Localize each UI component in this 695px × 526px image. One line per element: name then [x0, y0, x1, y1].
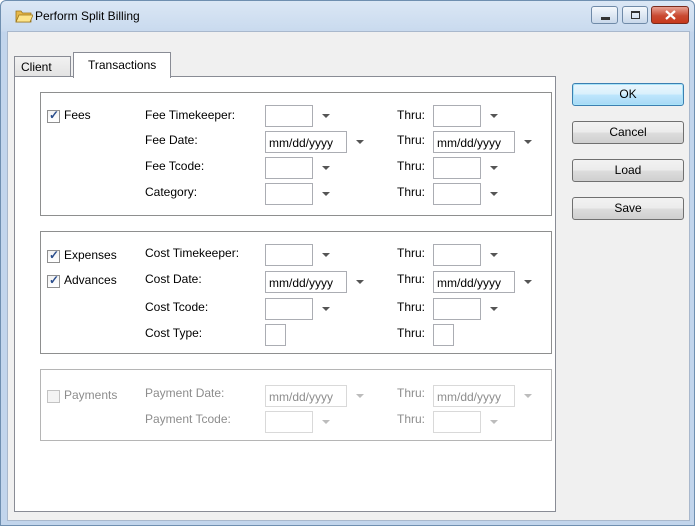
fees-checkbox[interactable]: [47, 108, 60, 123]
advances-checkbox-label: Advances: [64, 273, 117, 287]
fee-timekeeper-thru-input[interactable]: [433, 105, 481, 127]
cost-timekeeper-label: Cost Timekeeper:: [145, 246, 240, 260]
load-button[interactable]: Load: [572, 159, 684, 182]
fee-timekeeper-thru-dropdown[interactable]: [482, 105, 506, 127]
payment-tcode-input[interactable]: [265, 411, 313, 433]
fee-timekeeper-input[interactable]: [265, 105, 313, 127]
payment-date-dropdown[interactable]: [348, 385, 372, 407]
payment-tcode-dropdown[interactable]: [314, 411, 338, 433]
payment-date-thru-dropdown[interactable]: [516, 385, 540, 407]
payment-date-thru-input[interactable]: mm/dd/yyyy: [433, 385, 515, 407]
payment-tcode-thru-dropdown[interactable]: [482, 411, 506, 433]
fee-tcode-thru-input[interactable]: [433, 157, 481, 179]
cost-timekeeper-thru-input[interactable]: [433, 244, 481, 266]
cost-timekeeper-dropdown[interactable]: [314, 244, 338, 266]
cost-date-label: Cost Date:: [145, 272, 202, 286]
fee-tcode-label: Fee Tcode:: [145, 159, 205, 173]
ok-button[interactable]: OK: [572, 83, 684, 106]
category-label: Category:: [145, 185, 198, 199]
fee-timekeeper-dropdown[interactable]: [314, 105, 338, 127]
maximize-button[interactable]: [622, 6, 648, 24]
cost-type-thru-label: Thru:: [397, 326, 426, 340]
cost-type-label: Cost Type:: [145, 326, 203, 340]
cost-tcode-dropdown[interactable]: [314, 298, 338, 320]
fee-date-thru-input[interactable]: mm/dd/yyyy: [433, 131, 515, 153]
title-bar[interactable]: Perform Split Billing: [1, 1, 694, 31]
cost-timekeeper-thru-label: Thru:: [397, 246, 426, 260]
cost-date-input[interactable]: mm/dd/yyyy: [265, 271, 347, 293]
fee-tcode-thru-dropdown[interactable]: [482, 157, 506, 179]
tab-transactions[interactable]: Transactions: [73, 52, 171, 78]
cost-date-thru-dropdown[interactable]: [516, 271, 540, 293]
fee-timekeeper-label: Fee Timekeeper:: [145, 108, 236, 122]
cost-tcode-thru-label: Thru:: [397, 300, 426, 314]
save-button[interactable]: Save: [572, 197, 684, 220]
advances-checkbox[interactable]: [47, 273, 60, 288]
minimize-icon: [601, 17, 610, 20]
minimize-button[interactable]: [591, 6, 618, 24]
cost-type-input[interactable]: [265, 324, 286, 346]
close-button[interactable]: [651, 6, 689, 24]
fee-date-thru-dropdown[interactable]: [516, 131, 540, 153]
cost-date-dropdown[interactable]: [348, 271, 372, 293]
payments-checkbox[interactable]: [47, 390, 60, 403]
window-title: Perform Split Billing: [35, 9, 140, 23]
category-thru-input[interactable]: [433, 183, 481, 205]
fee-timekeeper-thru-label: Thru:: [397, 108, 426, 122]
folder-icon: [15, 10, 33, 23]
category-input[interactable]: [265, 183, 313, 205]
payment-date-label: Payment Date:: [145, 386, 225, 400]
cost-tcode-input[interactable]: [265, 298, 313, 320]
cancel-button[interactable]: Cancel: [572, 121, 684, 144]
fee-tcode-input[interactable]: [265, 157, 313, 179]
fee-tcode-dropdown[interactable]: [314, 157, 338, 179]
cost-date-thru-input[interactable]: mm/dd/yyyy: [433, 271, 515, 293]
cost-timekeeper-thru-dropdown[interactable]: [482, 244, 506, 266]
cost-type-thru-input[interactable]: [433, 324, 454, 346]
payment-tcode-thru-input[interactable]: [433, 411, 481, 433]
category-thru-dropdown[interactable]: [482, 183, 506, 205]
fee-date-input[interactable]: mm/dd/yyyy: [265, 131, 347, 153]
fee-tcode-thru-label: Thru:: [397, 159, 426, 173]
payments-checkbox-label: Payments: [64, 388, 118, 402]
expenses-checkbox-label: Expenses: [64, 248, 117, 262]
cost-tcode-thru-input[interactable]: [433, 298, 481, 320]
fee-date-thru-label: Thru:: [397, 133, 426, 147]
expenses-checkbox[interactable]: [47, 248, 60, 263]
payment-tcode-thru-label: Thru:: [397, 412, 426, 426]
fee-date-label: Fee Date:: [145, 133, 198, 147]
payment-date-input[interactable]: mm/dd/yyyy: [265, 385, 347, 407]
payment-tcode-label: Payment Tcode:: [145, 412, 231, 426]
close-icon: [665, 10, 676, 20]
category-thru-label: Thru:: [397, 185, 426, 199]
fees-checkbox-label: Fees: [64, 108, 91, 122]
tab-client[interactable]: Client: [14, 56, 71, 76]
payment-date-thru-label: Thru:: [397, 386, 426, 400]
cost-tcode-label: Cost Tcode:: [145, 300, 209, 314]
fee-date-dropdown[interactable]: [348, 131, 372, 153]
cost-tcode-thru-dropdown[interactable]: [482, 298, 506, 320]
cost-timekeeper-input[interactable]: [265, 244, 313, 266]
category-dropdown[interactable]: [314, 183, 338, 205]
cost-date-thru-label: Thru:: [397, 272, 426, 286]
maximize-icon: [631, 11, 640, 19]
